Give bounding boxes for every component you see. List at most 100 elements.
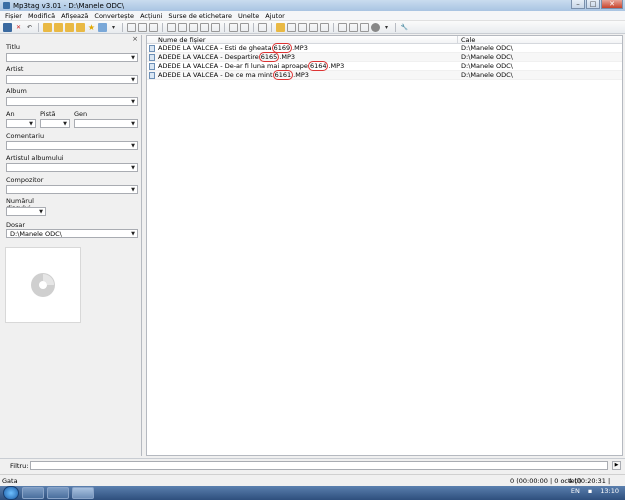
cut-icon[interactable] — [127, 22, 136, 32]
taskbar-explorer-icon[interactable] — [22, 487, 44, 499]
genre-field[interactable]: ▼ — [74, 119, 138, 128]
chevron-down-icon: ▼ — [131, 99, 135, 105]
menu-tag-sources[interactable]: Surse de etichetare — [165, 12, 235, 20]
toolbar-separator — [271, 22, 272, 32]
text-to-tag-icon[interactable] — [189, 22, 198, 32]
menu-tools[interactable]: Unelte — [235, 12, 262, 20]
chevron-down-icon: ▼ — [131, 121, 135, 127]
filename-ext: .MP3 — [279, 53, 296, 61]
add-folder-icon[interactable] — [54, 22, 63, 32]
wrench-icon[interactable]: 🔧 — [400, 23, 409, 32]
toolbar: ✕ ↶ ★ ▾ ▾ 🔧 — [0, 21, 625, 34]
paste-icon[interactable] — [149, 22, 158, 32]
path-cell: D:\Manele ODC\ — [461, 44, 513, 52]
file-list: Nume de fișier Cale ADEDE LA VALCEA - Es… — [146, 35, 623, 456]
track-field[interactable]: ▼ — [40, 119, 70, 128]
status-bar: Gata 0 (00:00:00 | 0 octeți) 4 (00:20:31… — [0, 474, 625, 493]
close-button[interactable]: ✕ — [601, 0, 623, 9]
undo-icon[interactable]: ↶ — [25, 23, 34, 32]
web-sources-icon[interactable] — [338, 22, 347, 32]
composer-field[interactable]: ▼ — [6, 185, 138, 194]
taskbar-browser-icon[interactable] — [47, 487, 69, 499]
composer-label: Compozitor — [6, 176, 44, 184]
tag-sources-icon[interactable] — [276, 22, 285, 32]
status-text: Gata — [2, 477, 18, 485]
album-label: Album — [6, 87, 27, 95]
directory-value: D:\Manele ODC\ — [10, 230, 62, 238]
musicbrainz-icon[interactable] — [309, 22, 318, 32]
title-bar: Mp3tag v3.01 - D:\Manele ODC\ – □ ✕ — [0, 0, 625, 11]
chevron-down-icon: ▼ — [131, 231, 135, 237]
minimize-button[interactable]: – — [571, 0, 585, 9]
menu-view[interactable]: Afișează — [58, 12, 91, 20]
actions-icon[interactable] — [229, 22, 238, 32]
cover-art[interactable] — [5, 247, 81, 323]
volume-icon[interactable]: ▪ — [588, 487, 592, 495]
disc-number-field[interactable]: ▼ — [6, 207, 46, 216]
browse-folder-icon[interactable] — [65, 22, 74, 32]
taskbar-mp3tag-icon[interactable] — [72, 487, 94, 499]
toolbar-separator — [395, 22, 396, 32]
chevron-down-icon: ▼ — [39, 209, 43, 215]
genre-label: Gen — [74, 110, 88, 118]
menu-help[interactable]: Ajutor — [262, 12, 288, 20]
album-artist-label: Artistul albumului — [6, 154, 64, 162]
delete-icon[interactable]: ✕ — [14, 23, 23, 32]
audio-file-icon — [149, 62, 155, 70]
refresh-icon[interactable] — [98, 22, 107, 32]
maximize-button[interactable]: □ — [586, 0, 600, 9]
table-row[interactable]: ADEDE LA VALCEA - De ce ma mint 6161 .MP3 … — [147, 70, 622, 80]
start-button[interactable] — [3, 486, 19, 500]
window-title: Mp3tag v3.01 - D:\Manele ODC\ — [13, 1, 125, 10]
year-field[interactable]: ▼ — [6, 119, 36, 128]
sphere-icon[interactable] — [371, 22, 380, 32]
copy-icon[interactable] — [138, 22, 147, 32]
filename-text: ADEDE LA VALCEA - De-ar fi luna mai apro… — [158, 62, 308, 70]
directory-label: Dosar — [6, 221, 26, 229]
language-indicator[interactable]: EN — [571, 487, 580, 495]
filter-label: Filtru: — [10, 462, 29, 470]
tag-to-filename-icon[interactable] — [167, 22, 176, 32]
freedb-icon[interactable] — [287, 22, 296, 32]
chevron-down-icon: ▼ — [131, 165, 135, 171]
network-icon[interactable] — [360, 22, 369, 32]
mp3tag-app-icon — [3, 2, 10, 9]
audio-file-icon — [149, 44, 155, 52]
title-field[interactable]: ▼ — [6, 53, 138, 62]
audio-file-icon — [149, 71, 155, 79]
playlist-icon[interactable] — [258, 22, 267, 32]
tag-to-tag-icon[interactable] — [200, 22, 209, 32]
folder-favorites-icon[interactable] — [76, 22, 85, 32]
filename-to-tag-icon[interactable] — [178, 22, 187, 32]
artist-field[interactable]: ▼ — [6, 75, 138, 84]
menu-actions[interactable]: Acțiuni — [137, 12, 165, 20]
dropdown-icon[interactable]: ▾ — [382, 23, 391, 32]
directory-field[interactable]: D:\Manele ODC\ ▼ — [6, 229, 138, 238]
album-field[interactable]: ▼ — [6, 97, 138, 106]
star-icon[interactable]: ★ — [87, 23, 96, 32]
toolbar-separator — [253, 22, 254, 32]
export-icon[interactable] — [211, 22, 220, 32]
menu-edit[interactable]: Modifică — [25, 12, 58, 20]
dropdown-icon[interactable]: ▾ — [109, 23, 118, 32]
filter-go-icon[interactable]: ▶ — [612, 461, 621, 470]
open-folder-icon[interactable] — [43, 22, 52, 32]
album-artist-field[interactable]: ▼ — [6, 163, 138, 172]
comment-field[interactable]: ▼ — [6, 141, 138, 150]
quick-actions-icon[interactable] — [240, 22, 249, 32]
column-header-path[interactable]: Cale — [458, 36, 622, 44]
discogs-icon[interactable] — [298, 22, 307, 32]
menu-file[interactable]: Fișier — [2, 12, 25, 20]
cd-icon[interactable] — [349, 22, 358, 32]
menu-convert[interactable]: Convertește — [91, 12, 137, 20]
amazon-icon[interactable] — [320, 22, 329, 32]
column-header-filename[interactable]: Nume de fișier — [147, 36, 458, 44]
clock[interactable]: 13:10 — [600, 487, 619, 495]
chevron-down-icon: ▼ — [131, 77, 135, 83]
save-icon[interactable] — [3, 22, 12, 32]
filter-input[interactable] — [30, 461, 608, 470]
filename-ext: .MP3 — [328, 62, 345, 70]
panel-close-icon[interactable]: × — [132, 35, 138, 43]
chevron-down-icon: ▼ — [131, 143, 135, 149]
audio-file-icon — [149, 53, 155, 61]
